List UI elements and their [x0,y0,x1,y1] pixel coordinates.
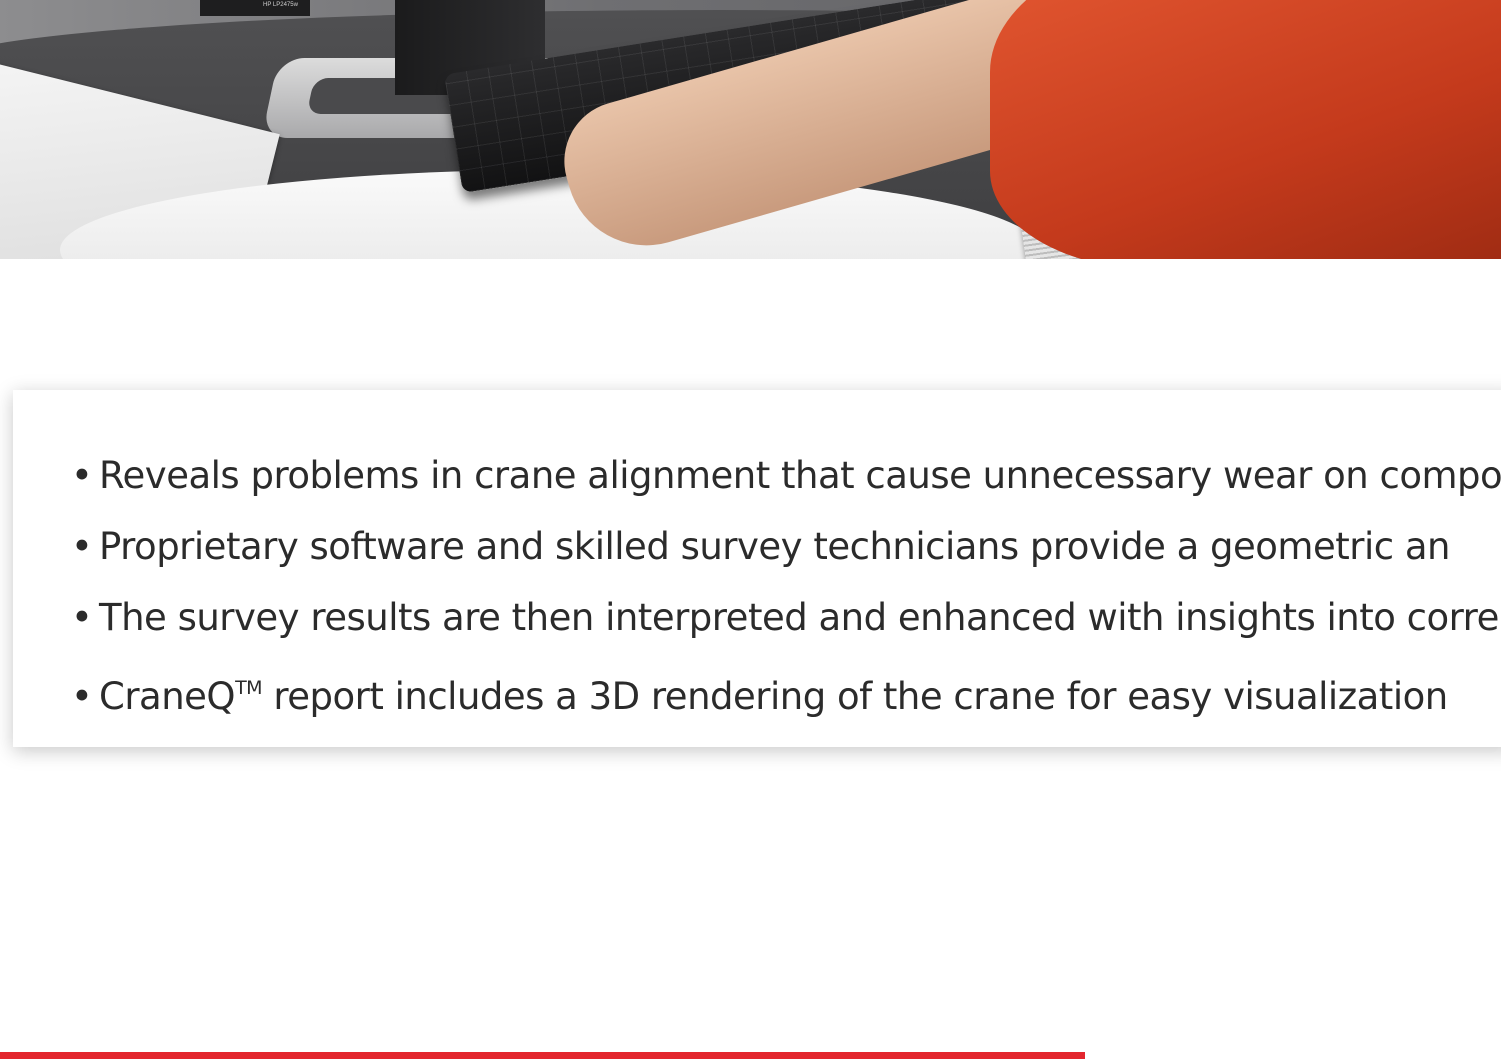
hero-image: HP LP2475w [0,0,1501,259]
feature-item: • The survey results are then interpreted… [71,582,1501,653]
feature-text: The survey results are then interpreted … [99,596,1499,639]
bullet-dot: • [71,675,93,718]
page: HP LP2475w • Reveals problems in crane al… [0,0,1501,1059]
bullet-dot: • [71,596,93,639]
feature-item: • CraneQTM report includes a 3D rendering… [71,653,1501,732]
bullet-dot: • [71,525,93,568]
feature-item: • Proprietary software and skilled survey… [71,511,1501,582]
feature-card: • Reveals problems in crane alignment tha… [13,390,1501,747]
monitor-model-label: HP LP2475w [263,2,298,8]
feature-text: report includes a 3D rendering of the cr… [262,675,1448,718]
feature-item: • Reveals problems in crane alignment tha… [71,440,1501,511]
trademark-mark: TM [235,677,263,699]
accent-bar [0,1052,1085,1059]
product-name: CraneQ [99,675,236,718]
feature-text: Proprietary software and skilled survey … [99,525,1450,568]
feature-list: • Reveals problems in crane alignment tha… [71,440,1501,732]
bullet-dot: • [71,454,93,497]
feature-text: Reveals problems in crane alignment that… [99,454,1501,497]
hero-sleeve [990,0,1501,259]
